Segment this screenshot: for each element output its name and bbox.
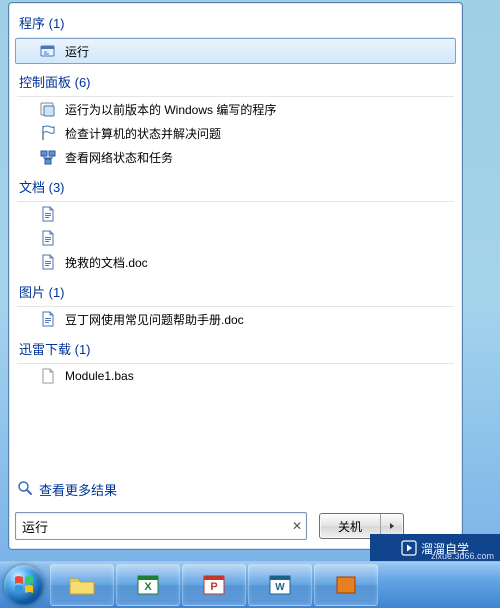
powerpoint-icon: P	[200, 573, 228, 597]
search-icon	[17, 480, 33, 499]
taskbar: X P W	[0, 561, 500, 608]
doc-icon	[39, 229, 57, 247]
see-more-label: 查看更多结果	[39, 480, 117, 499]
result-item[interactable]	[11, 202, 460, 226]
doc-icon	[39, 205, 57, 223]
taskbar-app-explorer[interactable]	[50, 564, 114, 606]
search-results: 程序 (1) 运行控制面板 (6) 运行为以前版本的 Windows 编写的程序检查…	[11, 5, 460, 471]
group-header: 迅雷下载 (1)	[11, 331, 460, 361]
flag-icon	[39, 124, 57, 142]
taskbar-app-word[interactable]: W	[248, 564, 312, 606]
group-header: 图片 (1)	[11, 274, 460, 304]
doc-icon	[39, 310, 57, 328]
search-input[interactable]	[16, 519, 288, 534]
result-item[interactable]: Module1.bas	[11, 364, 460, 388]
taskbar-app-excel[interactable]: X	[116, 564, 180, 606]
group-header: 程序 (1)	[11, 5, 460, 35]
excel-icon: X	[134, 573, 162, 597]
windows-logo-icon	[12, 573, 36, 597]
result-item[interactable]: 检查计算机的状态并解决问题	[11, 121, 460, 145]
start-menu-search-panel: 程序 (1) 运行控制面板 (6) 运行为以前版本的 Windows 编写的程序检查…	[8, 2, 463, 550]
result-item-label: 查看网络状态和任务	[65, 149, 173, 166]
network-icon	[39, 148, 57, 166]
shutdown-label: 关机	[338, 518, 362, 535]
watermark-url: zixue.3d66.com	[431, 551, 494, 561]
run-icon	[39, 42, 57, 60]
folder-icon	[67, 573, 97, 597]
svg-text:X: X	[144, 581, 152, 593]
taskbar-app-powerpoint[interactable]: P	[182, 564, 246, 606]
group-header: 控制面板 (6)	[11, 64, 460, 94]
word-icon: W	[266, 573, 294, 597]
result-item-label: 运行	[65, 43, 89, 60]
clear-icon[interactable]: ✕	[288, 519, 306, 533]
result-item[interactable]	[11, 226, 460, 250]
search-box[interactable]: ✕	[15, 512, 307, 540]
result-item-label: 豆丁网使用常见问题帮助手册.doc	[65, 311, 244, 328]
start-button[interactable]	[0, 562, 48, 608]
doc-icon	[39, 253, 57, 271]
result-item-label: Module1.bas	[65, 369, 134, 383]
svg-text:W: W	[275, 582, 285, 593]
taskbar-app-other[interactable]	[314, 564, 378, 606]
result-item[interactable]: 运行	[15, 38, 456, 64]
play-icon	[401, 540, 417, 556]
file-icon	[39, 367, 57, 385]
triangle-right-icon	[388, 522, 396, 530]
group-header: 文档 (3)	[11, 169, 460, 199]
compat-icon	[39, 100, 57, 118]
result-item-label: 挽救的文档.doc	[65, 254, 148, 271]
see-more-results-link[interactable]: 查看更多结果	[17, 480, 117, 499]
svg-text:P: P	[210, 581, 217, 593]
result-item[interactable]: 运行为以前版本的 Windows 编写的程序	[11, 97, 460, 121]
result-item-label: 运行为以前版本的 Windows 编写的程序	[65, 101, 276, 118]
result-item-label: 检查计算机的状态并解决问题	[65, 125, 221, 142]
result-item[interactable]: 查看网络状态和任务	[11, 145, 460, 169]
result-item[interactable]: 挽救的文档.doc	[11, 250, 460, 274]
app-icon	[332, 573, 360, 597]
result-item[interactable]: 豆丁网使用常见问题帮助手册.doc	[11, 307, 460, 331]
